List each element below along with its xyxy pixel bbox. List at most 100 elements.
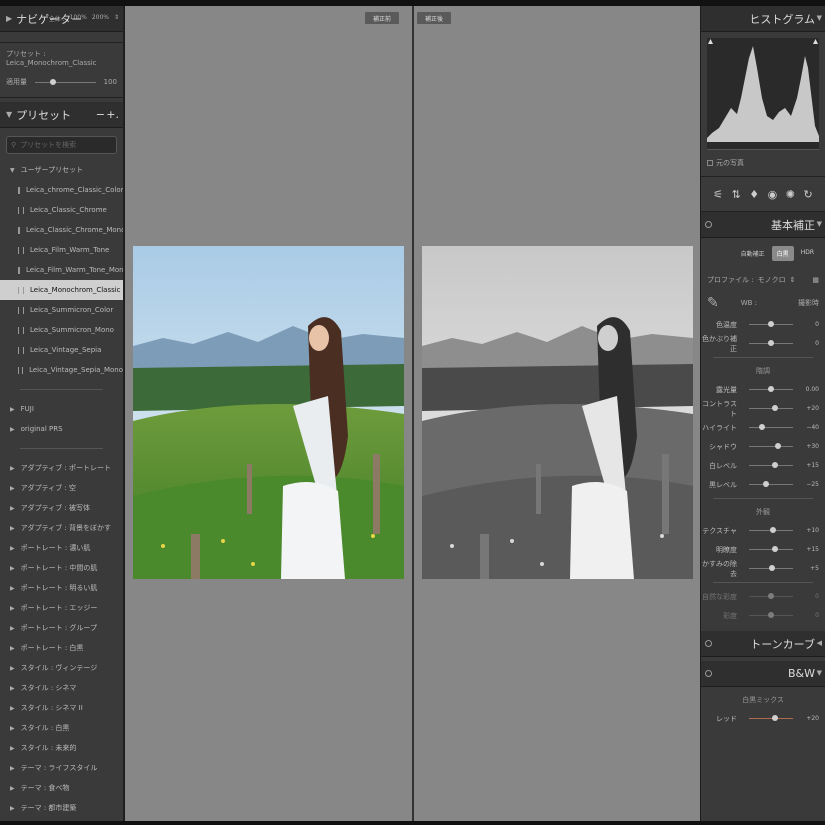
preset-folder[interactable]: ▶ ポートレート : 中間の肌 [0,558,123,578]
transform-icon[interactable]: ⇅ [732,188,741,201]
preset-folder[interactable]: ▶ ポートレート : グループ [0,618,123,638]
zoom-fit[interactable]: 全体 : [49,14,65,23]
preset-folder[interactable]: ▶ スタイル : 未来的 [0,738,123,758]
preset-folder[interactable]: ▶ original PRS [0,419,123,439]
chevron-updown-icon[interactable]: ⇕ [790,276,796,284]
preset-search-input[interactable]: プリセットを検索 [20,140,76,150]
preset-folder[interactable]: ▶ アダプティブ : 背景をぼかす [0,518,123,538]
adjustment-slider[interactable] [749,443,793,449]
basic-header[interactable]: 基本補正 ▼ [701,212,825,238]
adjustment-slider[interactable] [749,527,793,533]
folder-user-presets[interactable]: ▼ ユーザープリセット [0,160,123,180]
before-photo[interactable] [133,246,404,579]
slider-knob[interactable] [759,424,766,430]
adjust-sliders-icon[interactable]: ⚟ [713,188,723,201]
adjustment-slider[interactable] [749,386,793,392]
adjustment-slider[interactable] [749,612,793,618]
treatment-button[interactable]: 白黒 [771,246,794,261]
preset-folder[interactable]: ▶ アダプティブ : 被写体 [0,498,123,518]
after-photo[interactable] [422,246,693,579]
preset-folder[interactable]: ▶ テーマ : 食べ物 [0,778,123,798]
mask-icon[interactable]: ✺ [786,188,795,201]
slider-knob[interactable] [768,386,774,392]
slider-knob[interactable] [772,715,779,721]
adjustment-slider[interactable] [749,565,793,571]
adjustment-slider[interactable] [749,593,793,599]
preset-folder[interactable]: ▶ アダプティブ : 空 [0,478,123,498]
preset-folder[interactable]: ▶ ポートレート : 濃い肌 [0,538,123,558]
zoom-stepper-icon[interactable]: ⇕ [114,14,119,23]
adjustment-slider[interactable] [749,462,793,468]
show-original-checkbox[interactable]: 元の写真 [701,150,825,176]
adjustment-slider[interactable] [749,340,793,346]
adjustment-slider[interactable] [749,321,793,327]
navigator-header[interactable]: ▶ ナビゲーター 全体 : 100% 200% ⇕ [0,6,123,32]
zoom-100[interactable]: 100% [70,14,87,23]
profile-browser-icon[interactable]: ▦ [812,276,819,284]
folder-label: テーマ : 食べ物 [20,784,70,792]
slider-knob[interactable] [772,405,779,411]
slider-knob[interactable] [768,565,775,571]
heal-icon[interactable]: ♦ [749,188,759,201]
preset-folder[interactable]: ▶ テーマ : ライフスタイル [0,758,123,778]
profile-select[interactable]: モノクロ [758,275,786,285]
preset-item[interactable]: Leica_Film_Warm_Tone_Mono [0,260,123,280]
preset-item[interactable]: Leica_Monochrom_Classic [0,280,123,300]
preset-item[interactable]: Leica_Classic_Chrome_Mono [0,220,123,240]
treatment-button[interactable]: HDR [795,246,819,261]
preset-item[interactable]: Leica_Vintage_Sepia_Mono [0,360,123,380]
preset-folder[interactable]: ▶ ポートレート : エッジー [0,598,123,618]
slider-knob[interactable] [771,546,778,552]
preset-item[interactable]: Leica_Classic_Chrome [0,200,123,220]
slider-knob[interactable] [768,321,774,327]
amount-slider[interactable] [35,78,96,85]
preset-folder[interactable]: ▶ スタイル : シネマ II [0,698,123,718]
wb-select[interactable]: 撮影時 [798,298,819,308]
checkbox-icon[interactable] [707,160,713,166]
adjustment-slider[interactable] [749,405,793,411]
reset-icon[interactable]: ↻ [803,188,812,201]
slider-knob[interactable] [762,481,769,487]
slider-knob[interactable] [768,593,774,599]
adjustment-slider[interactable] [749,481,793,487]
redeye-icon[interactable]: ◉ [768,188,778,201]
preset-item[interactable]: Leica_Summicron_Mono [0,320,123,340]
slider-knob[interactable] [771,462,778,468]
preset-item[interactable]: Leica_Summicron_Color [0,300,123,320]
adjustment-slider[interactable] [749,424,793,430]
add-preset-button[interactable]: +. [106,108,119,121]
preset-folder[interactable]: ▶ ポートレート : 明るい肌 [0,578,123,598]
preset-folder[interactable]: ▶ ポートレート : 白黒 [0,638,123,658]
slider-knob[interactable] [768,340,774,346]
presets-header[interactable]: ▼ プリセット − +. [0,102,123,128]
adjustment-slider[interactable] [749,546,793,552]
visibility-toggle-icon[interactable] [705,640,712,647]
tonecurve-header[interactable]: トーンカーブ ◀ [701,631,825,657]
amount-slider-knob[interactable] [50,78,57,85]
slider-knob[interactable] [774,443,781,449]
treatment-button[interactable]: 自動補正 [735,246,770,261]
histogram-header[interactable]: ヒストグラム ▼ [701,6,825,32]
compare-divider[interactable] [412,6,414,821]
remove-preset-button[interactable]: − [96,108,105,121]
red-slider[interactable] [749,715,793,721]
zoom-200[interactable]: 200% [92,14,109,23]
wb-row: ✎ WB : 撮影時 [701,291,825,315]
preset-folder[interactable]: ▶ テーマ : 都市建築 [0,798,123,818]
visibility-toggle-icon[interactable] [705,670,712,677]
slider-knob[interactable] [770,527,777,533]
preset-folder[interactable]: ▶ スタイル : ヴィンテージ [0,658,123,678]
preset-search[interactable]: ⚲ プリセットを検索 [6,136,117,154]
bw-header[interactable]: B&W ▼ [701,661,825,687]
visibility-toggle-icon[interactable] [705,221,712,228]
wb-eyedropper-icon[interactable]: ✎ [707,295,719,311]
preset-folder[interactable]: ▶ スタイル : シネマ [0,678,123,698]
preset-item[interactable]: Leica_chrome_Classic_Color [0,180,123,200]
divider [20,389,103,390]
preset-folder[interactable]: ▶ アダプティブ : ポートレート [0,458,123,478]
preset-item[interactable]: Leica_Vintage_Sepia [0,340,123,360]
preset-folder[interactable]: ▶ スタイル : 白黒 [0,718,123,738]
slider-knob[interactable] [768,612,774,618]
preset-folder[interactable]: ▶ FUJI [0,399,123,419]
preset-item[interactable]: Leica_Film_Warm_Tone [0,240,123,260]
